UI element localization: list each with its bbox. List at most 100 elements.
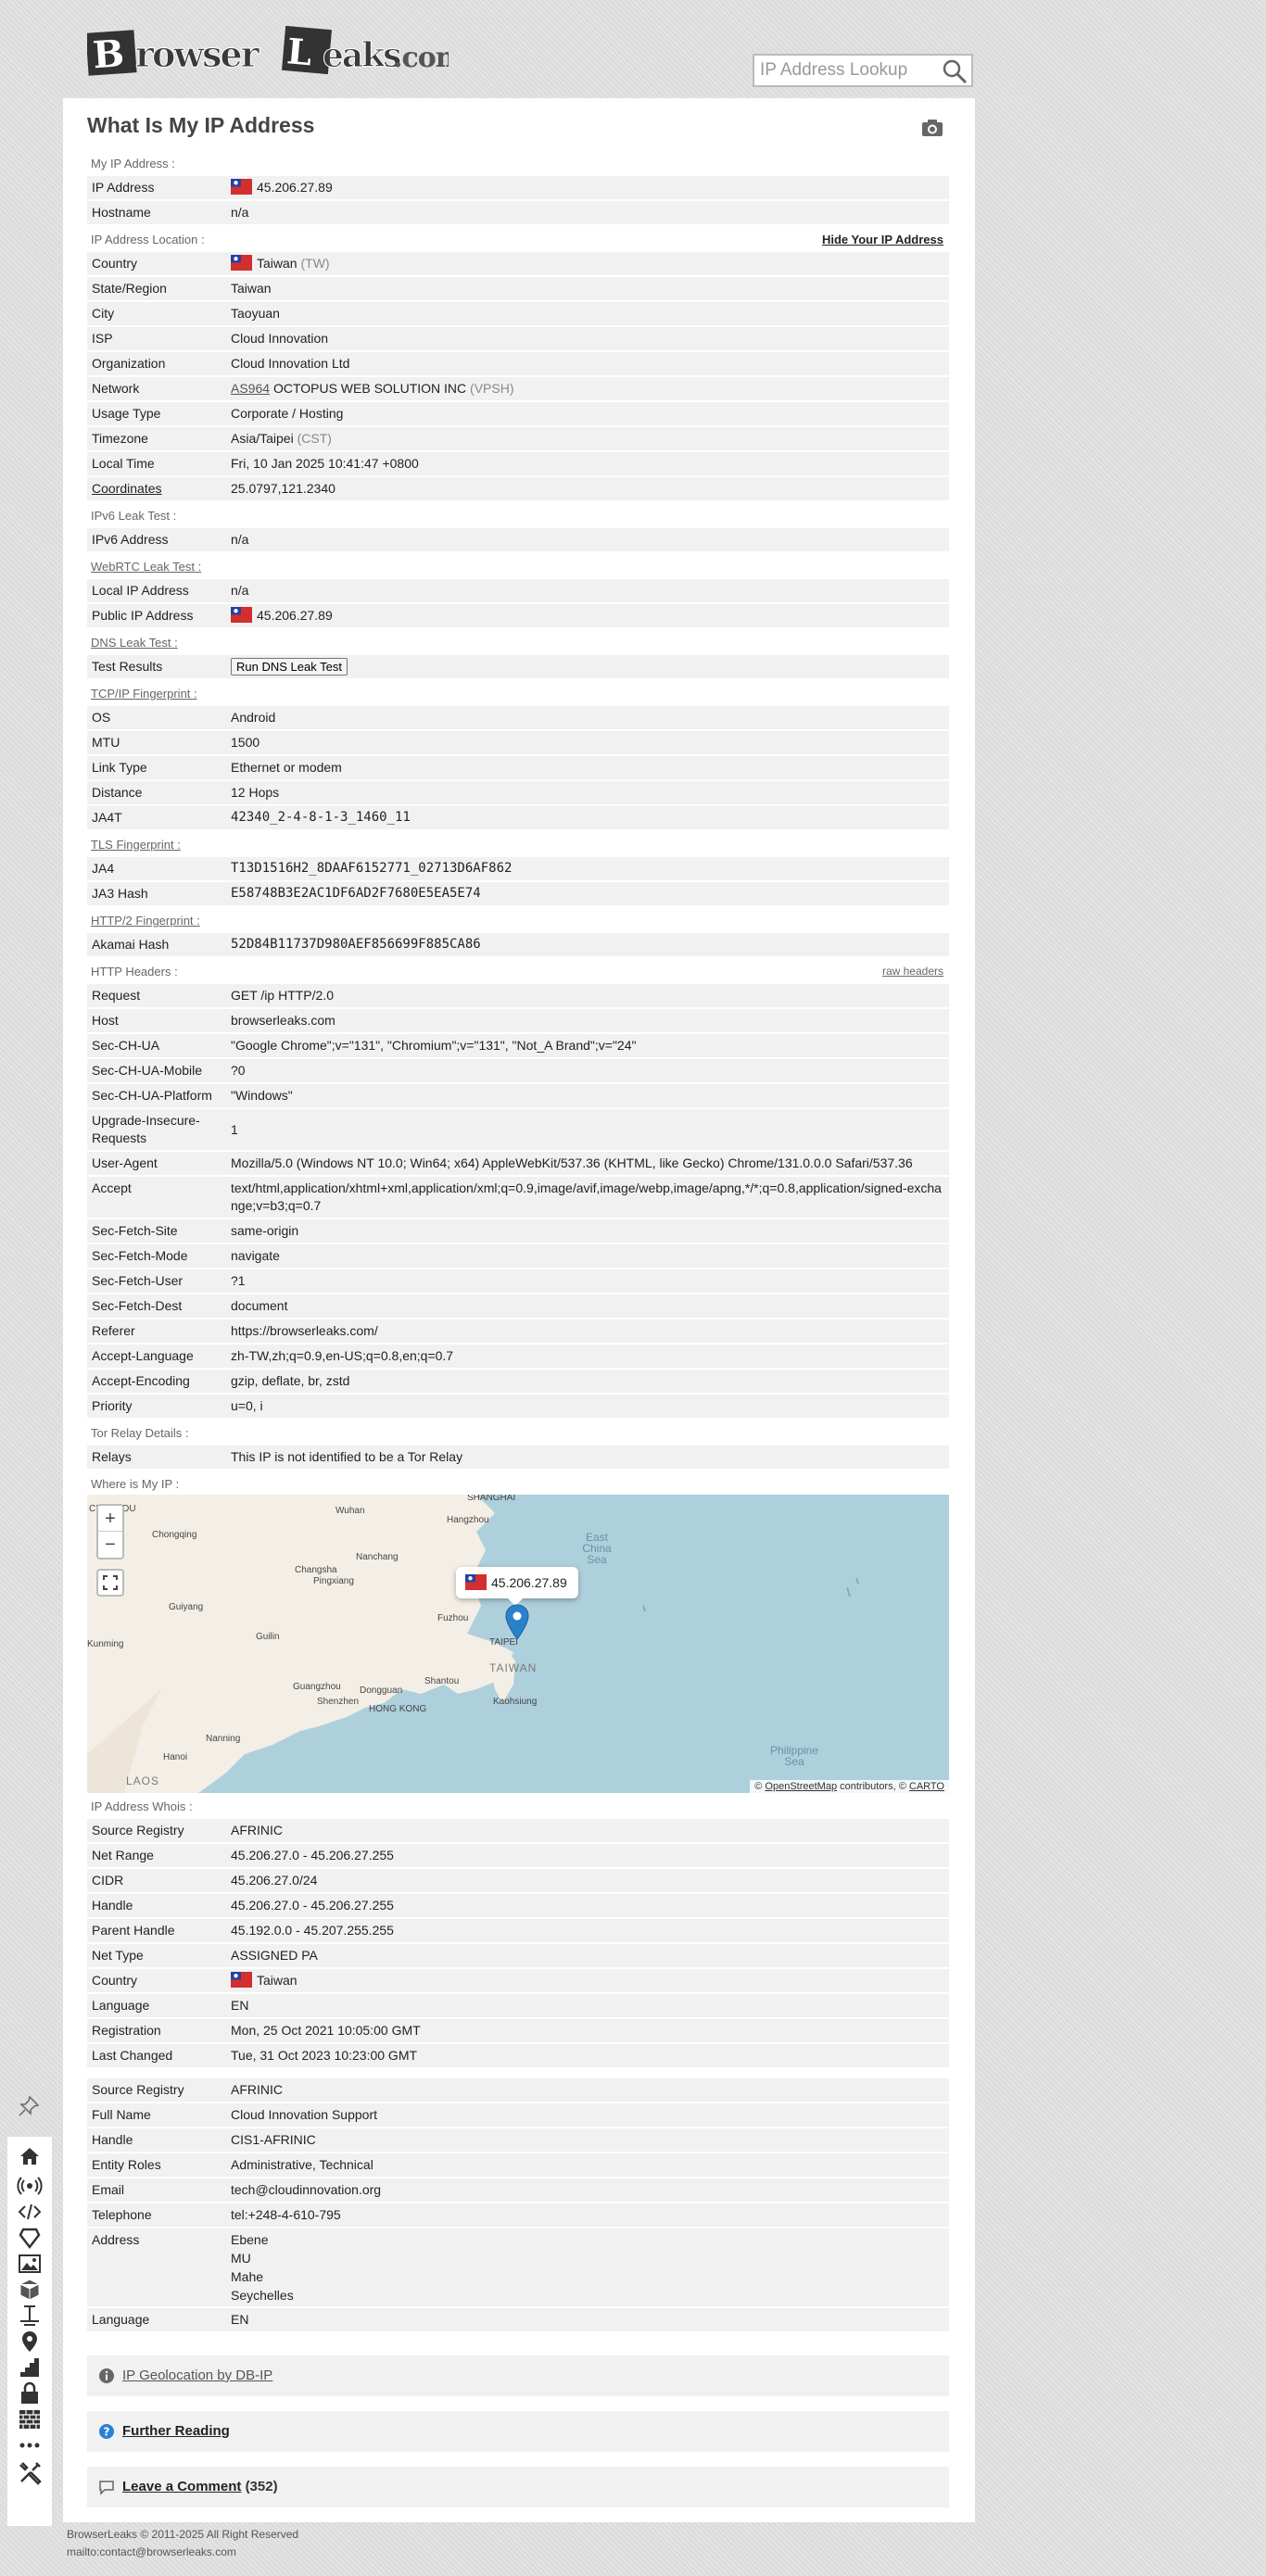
- tor-table: Relays This IP is not identified to be a …: [87, 1444, 949, 1471]
- contact-link[interactable]: mailto:contact@browserleaks.com: [67, 2544, 298, 2561]
- info-icon: [99, 2368, 114, 2383]
- table-row: MTU 1500: [87, 731, 949, 754]
- table-row: Link Type Ethernet or modem: [87, 756, 949, 779]
- row-value: 45.192.0.0 - 45.207.255.255: [226, 1919, 949, 1942]
- search-icon[interactable]: [942, 58, 968, 84]
- row-value: zh-TW,zh;q=0.9,en-US;q=0.8,en;q=0.7: [226, 1345, 949, 1368]
- pin-icon[interactable]: [17, 2094, 41, 2118]
- row-key: Host: [87, 1009, 226, 1032]
- carto-link[interactable]: CARTO: [909, 1781, 944, 1792]
- attrib-prefix: ©: [754, 1781, 763, 1792]
- table-row: Parent Handle 45.192.0.0 - 45.207.255.255: [87, 1919, 949, 1942]
- row-key: State/Region: [87, 277, 226, 300]
- tcpip-link[interactable]: TCP/IP Fingerprint :: [91, 687, 197, 701]
- table-row: Handle 45.206.27.0 - 45.206.27.255: [87, 1894, 949, 1917]
- svg-text:B: B: [92, 32, 126, 77]
- row-key: Entity Roles: [87, 2153, 226, 2177]
- cube-icon[interactable]: [17, 2278, 43, 2302]
- country-label: LAOS: [126, 1774, 160, 1787]
- content: My IP Address : IP Address 45.206.27.89 …: [87, 150, 949, 2333]
- row-key: Test Results: [87, 655, 226, 678]
- svg-text:?: ?: [104, 2426, 110, 2439]
- camera-icon[interactable]: [921, 119, 943, 137]
- tls-table: JA4 T13D1516H2_8DAAF6152771_02713D6AF862 …: [87, 855, 949, 907]
- raw-headers-link[interactable]: raw headers: [882, 965, 943, 978]
- openstreetmap-link[interactable]: OpenStreetMap: [765, 1781, 837, 1792]
- map-marker-icon[interactable]: [504, 1604, 530, 1641]
- hide-ip-link[interactable]: Hide Your IP Address: [822, 233, 943, 246]
- ip-address-value[interactable]: 45.206.27.89: [257, 180, 333, 195]
- zoom-in-button[interactable]: +: [98, 1506, 122, 1532]
- city-label: Guilin: [256, 1632, 280, 1642]
- row-value: EN: [226, 1994, 949, 2017]
- city-label: Nanning: [206, 1734, 241, 1744]
- section-header-tcpip: TCP/IP Fingerprint :: [87, 680, 949, 704]
- comment-count: (352): [245, 2479, 278, 2494]
- asn-link[interactable]: AS964: [231, 381, 270, 396]
- table-row: User-Agent Mozilla/5.0 (Windows NT 10.0; …: [87, 1152, 949, 1175]
- section-label: HTTP Headers :: [91, 965, 178, 979]
- further-reading-box: ? Further Reading: [87, 2411, 949, 2452]
- row-value: Corporate / Hosting: [226, 402, 949, 425]
- section-header-map: Where is My IP :: [87, 1471, 949, 1495]
- tls-link[interactable]: TLS Fingerprint :: [91, 838, 181, 852]
- firewall-icon[interactable]: [17, 2407, 43, 2431]
- row-key: Net Type: [87, 1944, 226, 1967]
- text-cursor-icon[interactable]: [17, 2304, 43, 2328]
- row-value: Mon, 25 Oct 2021 10:05:00 GMT: [226, 2019, 949, 2042]
- logo[interactable]: B rowser L eaks .com: [85, 19, 466, 80]
- row-key: Accept: [87, 1177, 226, 1218]
- city-label: Nanchang: [356, 1552, 399, 1562]
- row-key: Sec-Fetch-User: [87, 1269, 226, 1293]
- row-value: GET /ip HTTP/2.0: [226, 984, 949, 1007]
- fullscreen-button[interactable]: [96, 1569, 124, 1597]
- address-line: MU: [231, 2251, 251, 2266]
- row-value: 12 Hops: [226, 781, 949, 804]
- zoom-out-button[interactable]: −: [98, 1532, 122, 1558]
- location-icon[interactable]: [17, 2330, 43, 2354]
- row-value: text/html,application/xhtml+xml,applicat…: [226, 1177, 949, 1218]
- public-ip-value: 45.206.27.89: [257, 608, 333, 623]
- taiwan-flag-icon: [231, 179, 252, 195]
- table-row: Relays This IP is not identified to be a …: [87, 1446, 949, 1469]
- table-row: Local Time Fri, 10 Jan 2025 10:41:47 +080…: [87, 452, 949, 475]
- row-value: Android: [226, 706, 949, 729]
- lock-icon[interactable]: [17, 2381, 43, 2406]
- location-map[interactable]: CHENGDU SHANGHAI Wuhan Hangzhou Chongqin…: [87, 1495, 949, 1793]
- city-label: Hangzhou: [447, 1515, 489, 1525]
- image-icon[interactable]: [17, 2252, 43, 2276]
- row-key: Local Time: [87, 452, 226, 475]
- sea-label: East China Sea: [582, 1531, 612, 1566]
- code-icon[interactable]: [17, 2200, 43, 2224]
- broadcast-icon[interactable]: [17, 2174, 43, 2198]
- section-header-dns: DNS Leak Test :: [87, 629, 949, 653]
- shield-icon[interactable]: [17, 2226, 43, 2250]
- signal-icon[interactable]: [17, 2355, 43, 2380]
- search-input[interactable]: [758, 58, 934, 82]
- run-dns-leak-test-button[interactable]: Run DNS Leak Test: [231, 658, 348, 676]
- comment-text: Leave a Comment (352): [122, 2479, 278, 2494]
- row-key[interactable]: Coordinates: [92, 481, 162, 496]
- webrtc-link[interactable]: WebRTC Leak Test :: [91, 560, 201, 574]
- address-value: Ebene MU Mahe Seychelles: [226, 2229, 949, 2306]
- address-line: Mahe: [231, 2269, 264, 2284]
- table-row: IPv6 Address n/a: [87, 528, 949, 551]
- geolocation-link[interactable]: IP Geolocation by DB-IP: [122, 2368, 272, 2383]
- row-key: CIDR: [87, 1869, 226, 1892]
- home-icon[interactable]: [17, 2144, 43, 2168]
- row-key: Request: [87, 984, 226, 1007]
- more-icon[interactable]: [17, 2433, 43, 2457]
- section-header-my-ip: My IP Address :: [87, 150, 949, 174]
- table-row: Host browserleaks.com: [87, 1009, 949, 1032]
- leave-comment-link[interactable]: Leave a Comment: [122, 2479, 241, 2494]
- row-key: Distance: [87, 781, 226, 804]
- city-label: Guangzhou: [293, 1682, 341, 1692]
- tools-icon[interactable]: [17, 2461, 43, 2485]
- coordinates-link[interactable]: Coordinates: [87, 477, 226, 500]
- svg-text:L: L: [285, 30, 314, 73]
- http2-link[interactable]: HTTP/2 Fingerprint :: [91, 914, 200, 928]
- row-value: https://browserleaks.com/: [226, 1320, 949, 1343]
- row-key: Network: [87, 377, 226, 400]
- further-reading-link[interactable]: Further Reading: [122, 2423, 230, 2439]
- dns-link[interactable]: DNS Leak Test :: [91, 636, 178, 650]
